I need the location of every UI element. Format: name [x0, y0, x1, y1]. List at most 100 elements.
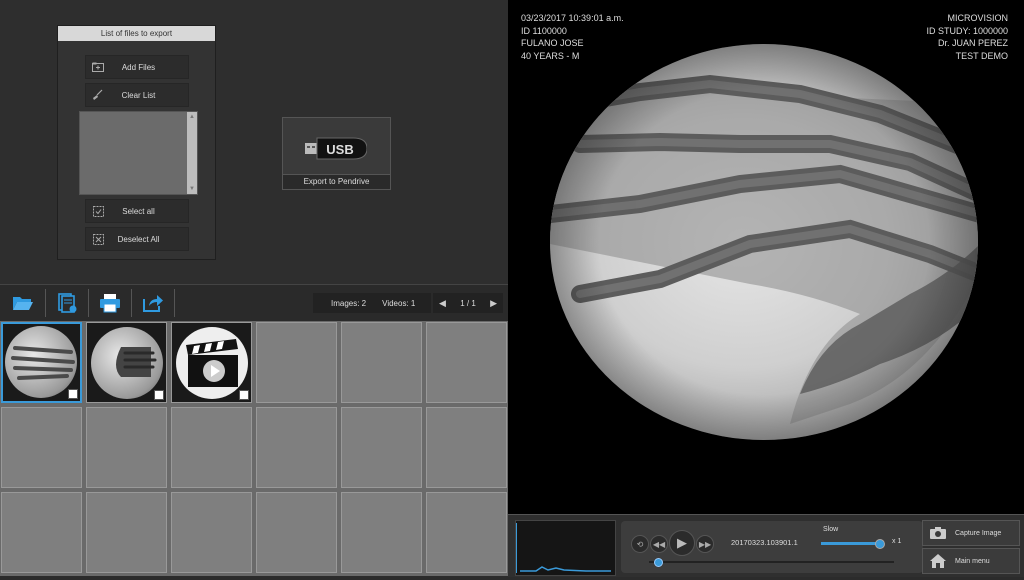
xray-hand-image [550, 44, 978, 440]
thumbnail-empty[interactable] [426, 407, 507, 488]
folder-add-icon [91, 61, 105, 73]
camera-icon [930, 527, 946, 539]
left-panel: List of files to export Add Files Clear … [0, 0, 508, 576]
select-all-icon [91, 205, 105, 217]
video-thumbnail [176, 327, 248, 399]
thumbnail-checkbox[interactable] [154, 390, 164, 400]
broom-icon [91, 89, 105, 101]
thumbnail-empty[interactable] [341, 407, 422, 488]
scroll-up-icon[interactable]: ▲ [187, 112, 197, 122]
scroll-down-icon[interactable]: ▼ [187, 184, 197, 194]
toolbar-divider [174, 289, 175, 317]
videos-count: Videos: 1 [382, 298, 416, 308]
loop-button[interactable]: ⟲ [631, 535, 649, 553]
capture-datetime: 03/23/2017 10:39:01 a.m. [521, 13, 624, 23]
thumbnail-empty[interactable] [171, 492, 252, 573]
capture-image-label: Capture Image [955, 529, 1002, 537]
capture-image-button[interactable]: Capture Image [922, 520, 1020, 546]
device-name: MICROVISION [947, 13, 1008, 23]
share-icon [143, 295, 163, 312]
fast-forward-icon: ▶▶ [698, 539, 712, 549]
thumbnail-empty[interactable] [426, 492, 507, 573]
thumbnail-empty[interactable] [426, 322, 507, 403]
thumbnail-video-1[interactable] [171, 322, 252, 403]
media-counts: Images: 2 Videos: 1 [313, 293, 431, 313]
video-progress-bar[interactable] [649, 558, 894, 567]
toolbar-divider [131, 289, 132, 317]
prev-page-icon[interactable]: ◀ [439, 298, 446, 309]
patient-id: ID 1100000 [521, 25, 567, 36]
thumbnail-empty[interactable] [341, 322, 422, 403]
print-button[interactable] [90, 287, 130, 319]
page-indicator: 1 / 1 [460, 298, 476, 308]
thumbnail-empty[interactable] [256, 322, 337, 403]
study-overlay-right: MICROVISION ID STUDY: 1000000 Dr. JUAN P… [926, 12, 1008, 62]
deselect-all-icon [91, 233, 105, 245]
thumbnail-grid [0, 321, 508, 576]
thumbnail-toolbar: Images: 2 Videos: 1 ◀ 1 / 1 ▶ [0, 284, 508, 321]
speed-slider-fill [821, 542, 879, 545]
speed-value: x 1 [892, 538, 902, 545]
add-files-button[interactable]: Add Files [85, 55, 189, 79]
share-button[interactable] [133, 287, 173, 319]
video-progress-handle[interactable] [653, 558, 663, 567]
thumbnail-empty[interactable] [341, 492, 422, 573]
speed-slider[interactable] [821, 539, 885, 549]
thumbnail-checkbox[interactable] [239, 390, 249, 400]
playback-control-bar: ⟲ ◀◀ ▶ ▶▶ 20170323.103901.1 Slow x 1 Cap… [508, 514, 1024, 577]
patient-info-button[interactable] [47, 287, 87, 319]
main-menu-label: Main menu [955, 557, 990, 565]
video-filename: 20170323.103901.1 [731, 538, 798, 547]
patient-overlay-left: 03/23/2017 10:39:01 a.m. ID 1100000 FULA… [521, 12, 624, 62]
clear-list-label: Clear List [121, 90, 156, 100]
clapperboard-icon [186, 339, 238, 387]
rewind-button[interactable]: ◀◀ [650, 535, 668, 553]
speed-label: Slow [823, 526, 839, 533]
deselect-all-button[interactable]: Deselect All [85, 227, 189, 251]
usb-logo-text: USB [326, 142, 353, 157]
thumbnail-empty[interactable] [86, 492, 167, 573]
printer-icon [100, 294, 120, 313]
export-to-pendrive-label: Export to Pendrive [283, 174, 390, 189]
pagination: ◀ 1 / 1 ▶ [433, 293, 503, 313]
usb-drive-icon: USB [305, 137, 367, 160]
patient-age-sex: 40 YEARS - M [521, 50, 580, 61]
thumbnail-image-2[interactable] [86, 322, 167, 403]
xray-hand-thumbnail [5, 326, 77, 398]
doctor-name: Dr. JUAN PEREZ [937, 38, 1008, 48]
institution-name: TEST DEMO [955, 50, 1008, 61]
thumbnail-empty[interactable] [1, 492, 82, 573]
file-list-scrollbar[interactable]: ▲ ▼ [187, 112, 197, 194]
images-count: Images: 2 [331, 298, 367, 308]
patient-name: FULANO JOSE [521, 38, 584, 48]
xray-image-view[interactable] [550, 44, 978, 440]
play-button[interactable]: ▶ [669, 530, 695, 556]
rewind-icon: ◀◀ [652, 539, 666, 549]
open-folder-button[interactable] [3, 287, 43, 319]
thumbnail-empty[interactable] [171, 407, 252, 488]
play-icon: ▶ [677, 535, 687, 550]
speed-slider-handle[interactable] [874, 539, 885, 549]
export-panel-title: List of files to export [58, 26, 215, 41]
fast-forward-button[interactable]: ▶▶ [696, 535, 714, 553]
thumbnail-empty[interactable] [256, 492, 337, 573]
clear-list-button[interactable]: Clear List [85, 83, 189, 107]
next-page-icon[interactable]: ▶ [490, 298, 497, 309]
main-menu-button[interactable]: Main menu [922, 548, 1020, 574]
thumbnail-image-1[interactable] [1, 322, 82, 403]
export-file-list[interactable]: ▲ ▼ [79, 111, 198, 195]
export-panel: List of files to export Add Files Clear … [57, 25, 216, 260]
loop-icon: ⟲ [636, 539, 644, 549]
document-info-icon [58, 293, 77, 313]
select-all-button[interactable]: Select all [85, 199, 189, 223]
thumbnail-empty[interactable] [1, 407, 82, 488]
export-to-pendrive-button[interactable]: USB Export to Pendrive [282, 117, 391, 190]
thumbnail-empty[interactable] [86, 407, 167, 488]
thumbnail-checkbox[interactable] [68, 389, 78, 399]
histogram [515, 520, 616, 576]
open-folder-icon [13, 297, 33, 310]
thumbnail-empty[interactable] [256, 407, 337, 488]
toolbar-divider [88, 289, 89, 317]
home-icon [930, 554, 946, 568]
video-player-controls: ⟲ ◀◀ ▶ ▶▶ 20170323.103901.1 Slow x 1 [621, 521, 923, 573]
